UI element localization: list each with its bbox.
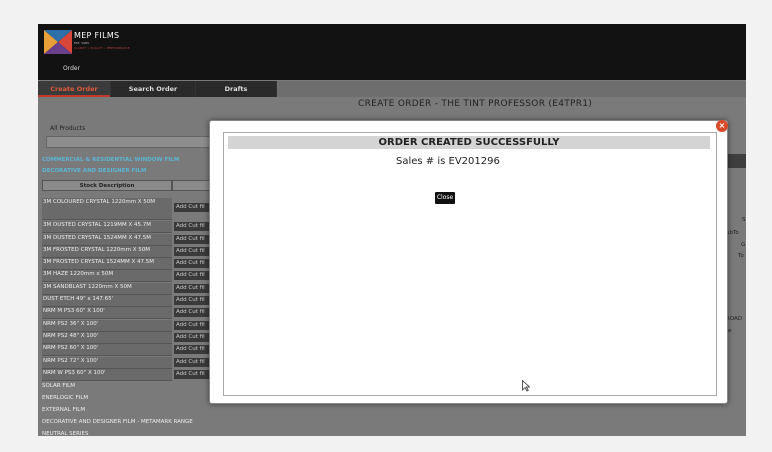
close-x-icon[interactable]: × — [716, 120, 728, 132]
stock-description: NRM PS2 60" X 100' — [42, 344, 172, 356]
dialog-body: ORDER CREATED SUCCESSFULLY Sales # is EV… — [223, 132, 717, 396]
stock-description: 3M DUSTED CRYSTAL 1219MM X 45.7M — [42, 221, 172, 233]
right-label: ROAD — [726, 316, 743, 322]
add-cut-film-button[interactable]: Add Cut fil — [174, 235, 212, 244]
stock-description: 3M HAZE 1220mm x 50M — [42, 270, 172, 282]
category-commercial[interactable]: COMMERCIAL & RESIDENTIAL WINDOW FILM — [42, 157, 179, 163]
right-label: S — [742, 217, 746, 223]
stock-description: NRM W PS3 60" X 100' — [42, 369, 172, 381]
stock-description: NRM PS2 72" X 100' — [42, 357, 172, 369]
category-item[interactable]: NEUTRAL SERIES — [42, 431, 89, 436]
category-decorative[interactable]: DECORATIVE AND DESIGNER FILM — [42, 168, 146, 174]
table-row: DUST ETCH 49" x 147.65' Add Cut fil — [42, 295, 212, 307]
nav-order-link[interactable]: Order — [63, 65, 80, 72]
close-button[interactable]: Close — [435, 192, 455, 204]
stock-description: 3M COLOURED CRYSTAL 1220mm X 50M — [42, 198, 172, 220]
add-cut-film-button[interactable]: Add Cut fil — [174, 247, 212, 256]
add-cut-film-button[interactable]: Add Cut fil — [174, 259, 212, 268]
category-item[interactable]: SOLAR FILM — [42, 383, 75, 389]
add-cut-film-button[interactable]: Add Cut fil — [174, 308, 212, 317]
stock-description: 3M FROSTED CRYSTAL 1524MM X 47.5M — [42, 258, 172, 270]
page-title: CREATE ORDER - THE TINT PROFESSOR (E4TPR… — [358, 99, 593, 109]
table-row: 3M HAZE 1220mm x 50M Add Cut fil — [42, 270, 212, 282]
table-row: 3M DUSTED CRYSTAL 1524MM X 47.5M Add Cut … — [42, 234, 212, 246]
table-row: 3M COLOURED CRYSTAL 1220mm X 50M Add Cut … — [42, 198, 212, 220]
stock-description: NRM PS2 48" X 100' — [42, 332, 172, 344]
table-row: 3M FROSTED CRYSTAL 1524MM X 47.5M Add Cut… — [42, 258, 212, 270]
category-item[interactable]: EXTERNAL FILM — [42, 407, 85, 413]
category-item[interactable]: ENERLOGIC FILM — [42, 395, 88, 401]
add-cut-film-button[interactable]: Add Cut fil — [174, 203, 212, 212]
add-cut-film-button[interactable]: Add Cut fil — [174, 296, 212, 305]
stock-description: NRM M PS3 60" X 100' — [42, 307, 172, 319]
brand-tagline: EST. 1983 — [74, 41, 89, 45]
category-item[interactable]: DECORATIVE AND DESIGNER FILM - METAMARK … — [42, 419, 193, 425]
tab-create-order[interactable]: Create Order — [38, 81, 110, 97]
add-cut-film-button[interactable]: Add Cut fil — [174, 321, 212, 330]
tab-search-order[interactable]: Search Order — [111, 81, 195, 97]
brand-name: MEP FILMS — [74, 31, 120, 40]
stock-description: DUST ETCH 49" x 147.65' — [42, 295, 172, 307]
add-cut-film-button[interactable]: Add Cut fil — [174, 284, 212, 293]
right-label: G — [741, 242, 746, 248]
right-label: e — [728, 328, 732, 334]
all-products-label: All Products — [50, 125, 86, 132]
logo-icon — [44, 30, 72, 54]
add-cut-film-button[interactable]: Add Cut fil — [174, 271, 212, 280]
tab-drafts[interactable]: Drafts — [196, 81, 276, 97]
stock-description: NRM PS2 36" X 100' — [42, 320, 172, 332]
tab-bar: Create Order Search Order Drafts — [38, 81, 746, 97]
dialog-title: ORDER CREATED SUCCESSFULLY — [228, 136, 710, 149]
table-row: NRM W PS3 60" X 100' Add Cut fil — [42, 369, 212, 381]
mouse-cursor-icon — [522, 380, 530, 392]
brand-tagline-2: CLARITY • QUALITY • PERFORMANCE — [74, 46, 130, 50]
order-success-dialog: × ORDER CREATED SUCCESSFULLY Sales # is … — [209, 120, 728, 404]
table-row: 3M FROSTED CRYSTAL 1220mm X 50M Add Cut f… — [42, 246, 212, 258]
table-row: NRM PS2 48" X 100' Add Cut fil — [42, 332, 212, 344]
table-row: NRM PS2 36" X 100' Add Cut fil — [42, 320, 212, 332]
table-row: 3M DUSTED CRYSTAL 1219MM X 45.7M Add Cut … — [42, 221, 212, 233]
sales-number-message: Sales # is EV201296 — [396, 156, 500, 167]
stock-description: 3M SANDBLAST 1220mm X 50M — [42, 283, 172, 295]
stock-description: 3M FROSTED CRYSTAL 1220mm X 50M — [42, 246, 172, 258]
stock-description-header: Stock Description — [42, 180, 172, 191]
right-label: To — [738, 253, 744, 259]
add-cut-film-button[interactable]: Add Cut fil — [174, 370, 212, 379]
stock-description: 3M DUSTED CRYSTAL 1524MM X 47.5M — [42, 234, 172, 246]
stock-header-blank — [172, 180, 212, 191]
add-cut-film-button[interactable]: Add Cut fil — [174, 333, 212, 342]
table-row: 3M SANDBLAST 1220mm X 50M Add Cut fil — [42, 283, 212, 295]
table-row: NRM M PS3 60" X 100' Add Cut fil — [42, 307, 212, 319]
tab-bar-fill — [277, 81, 746, 97]
add-cut-film-button[interactable]: Add Cut fil — [174, 358, 212, 367]
add-cut-film-button[interactable]: Add Cut fil — [174, 345, 212, 354]
header-bar: MEP FILMS EST. 1983 CLARITY • QUALITY • … — [38, 24, 746, 80]
add-cut-film-button[interactable]: Add Cut fil — [174, 222, 212, 231]
table-row: NRM PS2 72" X 100' Add Cut fil — [42, 357, 212, 369]
table-row: NRM PS2 60" X 100' Add Cut fil — [42, 344, 212, 356]
